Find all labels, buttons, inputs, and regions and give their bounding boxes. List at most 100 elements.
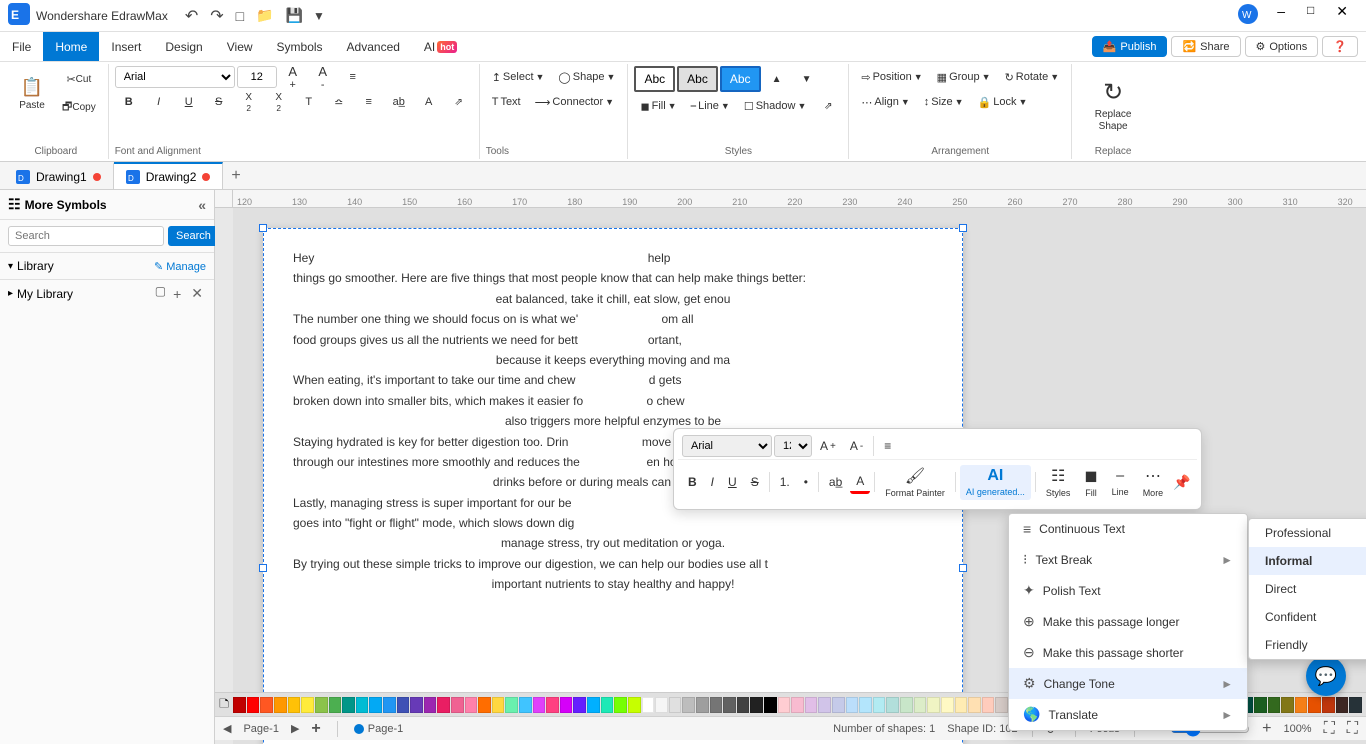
color-swatch-37[interactable] bbox=[737, 697, 750, 713]
share-btn[interactable]: 🔁 Share bbox=[1171, 36, 1240, 57]
float-font-color[interactable]: A bbox=[850, 471, 870, 494]
color-swatch-0[interactable] bbox=[233, 697, 246, 713]
submenu-confident[interactable]: Confident bbox=[1249, 603, 1366, 631]
page-nav-next-btn[interactable]: ▶ bbox=[291, 722, 299, 735]
ctx-translate[interactable]: 🌎 Translate ► bbox=[1009, 699, 1247, 730]
color-swatch-16[interactable] bbox=[451, 697, 464, 713]
handle-tr[interactable] bbox=[959, 224, 967, 232]
text-btn[interactable]: T Text bbox=[486, 91, 527, 113]
color-swatch-51[interactable] bbox=[927, 697, 940, 713]
color-swatch-50[interactable] bbox=[914, 697, 927, 713]
maximize-btn[interactable]: □ bbox=[1297, 1, 1324, 30]
add-page-btn[interactable]: + bbox=[311, 720, 320, 738]
underline-btn[interactable]: U bbox=[175, 91, 203, 113]
ctx-make-longer[interactable]: ⊕ Make this passage longer bbox=[1009, 606, 1247, 637]
group-btn[interactable]: ▦ Group ▼ bbox=[931, 66, 997, 88]
color-swatch-17[interactable] bbox=[465, 697, 478, 713]
sidebar-collapse-btn[interactable]: « bbox=[198, 197, 206, 213]
font-color-btn[interactable]: A bbox=[415, 91, 443, 113]
color-swatch-20[interactable] bbox=[505, 697, 518, 713]
size-btn[interactable]: ↕ Size ▼ bbox=[918, 91, 970, 113]
float-strike[interactable]: S bbox=[745, 472, 765, 492]
cut-btn[interactable]: ✂ Cut bbox=[56, 66, 102, 92]
alignment-btn[interactable]: ≡ bbox=[339, 66, 367, 88]
manage-btn[interactable]: ✎ Manage bbox=[154, 260, 206, 273]
color-swatch-24[interactable] bbox=[560, 697, 573, 713]
color-swatch-3[interactable] bbox=[274, 697, 287, 713]
italic-btn[interactable]: I bbox=[145, 91, 173, 113]
tab-drawing2[interactable]: D Drawing2 bbox=[114, 162, 224, 189]
help-btn[interactable]: ❓ bbox=[1322, 36, 1358, 57]
more-arrow-btn[interactable]: ▼ bbox=[310, 7, 328, 25]
handle-ml[interactable] bbox=[259, 564, 267, 572]
color-swatch-22[interactable] bbox=[533, 697, 546, 713]
float-italic[interactable]: I bbox=[705, 472, 720, 492]
color-swatch-54[interactable] bbox=[968, 697, 981, 713]
ctx-polish-text[interactable]: ✦ Polish Text bbox=[1009, 575, 1247, 606]
style-box-2[interactable]: Abc bbox=[677, 66, 718, 92]
color-swatch-80[interactable] bbox=[1322, 697, 1335, 713]
color-swatch-14[interactable] bbox=[424, 697, 437, 713]
color-swatch-44[interactable] bbox=[832, 697, 845, 713]
float-pin-icon[interactable]: 📌 bbox=[1171, 472, 1192, 493]
options-btn[interactable]: ⚙ Options bbox=[1245, 36, 1319, 57]
float-format-painter[interactable]: 🖌 Format Painter bbox=[879, 464, 951, 501]
float-underline[interactable]: U bbox=[722, 472, 743, 492]
submenu-direct[interactable]: Direct bbox=[1249, 575, 1366, 603]
color-swatch-1[interactable] bbox=[247, 697, 260, 713]
menu-symbols[interactable]: Symbols bbox=[265, 32, 335, 61]
color-swatch-36[interactable] bbox=[723, 697, 736, 713]
color-swatch-28[interactable] bbox=[614, 697, 627, 713]
library-close-btn[interactable]: ✕ bbox=[188, 284, 206, 303]
color-swatch-34[interactable] bbox=[696, 697, 709, 713]
color-swatch-52[interactable] bbox=[941, 697, 954, 713]
color-swatch-15[interactable] bbox=[437, 697, 450, 713]
style-scroll-down[interactable]: ▼ bbox=[793, 70, 821, 88]
color-swatch-11[interactable] bbox=[383, 697, 396, 713]
color-swatch-46[interactable] bbox=[859, 697, 872, 713]
color-swatch-2[interactable] bbox=[260, 697, 273, 713]
tab-drawing1[interactable]: D Drawing1 bbox=[4, 162, 114, 189]
select-btn[interactable]: ↥ Select ▼ bbox=[486, 66, 551, 88]
ctx-change-tone[interactable]: ⚙ Change Tone ► bbox=[1009, 668, 1247, 699]
handle-tl[interactable] bbox=[259, 224, 267, 232]
color-swatch-8[interactable] bbox=[342, 697, 355, 713]
float-more-btn[interactable]: ⋯ More bbox=[1137, 464, 1170, 500]
color-swatch-6[interactable] bbox=[315, 697, 328, 713]
menu-advanced[interactable]: Advanced bbox=[335, 32, 412, 61]
save-btn[interactable]: 💾 bbox=[281, 5, 308, 26]
styles-expand-btn[interactable]: ⇗ bbox=[814, 95, 842, 117]
menu-ai[interactable]: AI hot bbox=[412, 32, 469, 61]
ctx-continuous-text[interactable]: ≡ Continuous Text bbox=[1009, 514, 1247, 544]
fullscreen-btn[interactable]: ⛶ bbox=[1347, 720, 1358, 738]
strikethrough-btn[interactable]: S bbox=[205, 91, 233, 113]
style-box-3[interactable]: Abc bbox=[720, 66, 761, 92]
color-swatch-35[interactable] bbox=[710, 697, 723, 713]
ctx-text-break[interactable]: ⁝ Text Break ► bbox=[1009, 544, 1247, 575]
color-swatch-30[interactable] bbox=[642, 697, 655, 713]
color-swatch-77[interactable] bbox=[1281, 697, 1294, 713]
color-swatch-49[interactable] bbox=[900, 697, 913, 713]
color-swatch-26[interactable] bbox=[587, 697, 600, 713]
zoom-in-btn[interactable]: + bbox=[1262, 720, 1271, 738]
color-swatch-31[interactable] bbox=[655, 697, 668, 713]
fit-page-btn[interactable]: ⛶ bbox=[1324, 720, 1335, 738]
float-font-grow[interactable]: A+ bbox=[814, 436, 842, 456]
library-add-btn[interactable]: + bbox=[170, 284, 184, 303]
color-swatch-53[interactable] bbox=[955, 697, 968, 713]
float-list-num[interactable]: 1. bbox=[774, 472, 796, 492]
line-style-btn[interactable]: ⎯ Line ▼ bbox=[685, 95, 736, 117]
color-swatch-79[interactable] bbox=[1308, 697, 1321, 713]
minimize-btn[interactable]: – bbox=[1267, 1, 1295, 30]
fill-color-btn[interactable]: ab̲ bbox=[385, 91, 413, 113]
color-swatch-56[interactable] bbox=[995, 697, 1008, 713]
color-swatch-12[interactable] bbox=[397, 697, 410, 713]
color-swatch-47[interactable] bbox=[873, 697, 886, 713]
close-btn[interactable]: ✕ bbox=[1326, 1, 1358, 30]
open-btn[interactable]: 📁 bbox=[251, 5, 278, 26]
superscript-btn[interactable]: X2 bbox=[235, 91, 263, 113]
color-swatch-13[interactable] bbox=[410, 697, 423, 713]
color-swatch-4[interactable] bbox=[288, 697, 301, 713]
float-ai-btn[interactable]: AI AI generated... bbox=[960, 465, 1031, 500]
fill-btn[interactable]: ◼ Fill ▼ bbox=[634, 95, 682, 117]
